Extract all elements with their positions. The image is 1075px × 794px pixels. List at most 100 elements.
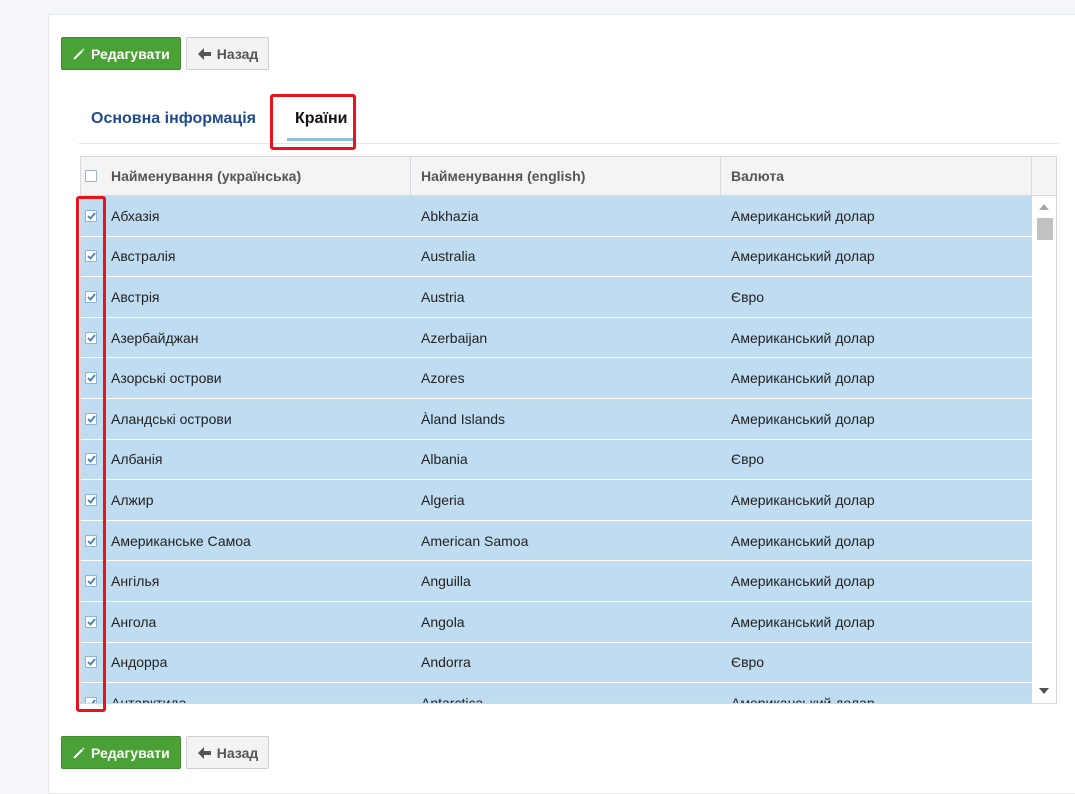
table-row[interactable]: Азербайджан Azerbaijan Американський долар	[81, 317, 1032, 359]
row-checkbox[interactable]	[85, 412, 97, 425]
table-row[interactable]: Азорські острови Azores Американський дола…	[81, 358, 1032, 399]
cell-name-ua: Австралія	[111, 248, 176, 265]
cell-name-en: Angola	[421, 613, 465, 630]
bottom-toolbar: Редагувати Назад	[61, 736, 270, 769]
cell-currency: Американський долар	[731, 532, 875, 549]
cell-currency: Євро	[731, 451, 765, 468]
table-row[interactable]: Антарктида Antarctica Американський долар	[81, 683, 1032, 704]
checkmark-icon	[86, 415, 96, 423]
cell-name-ua: Абхазія	[111, 207, 160, 224]
edit-button-bottom[interactable]: Редагувати	[61, 736, 181, 769]
row-checkbox[interactable]	[85, 493, 97, 506]
column-header-name-ua[interactable]: Найменування (українська)	[101, 157, 411, 195]
back-button-bottom[interactable]: Назад	[185, 736, 270, 769]
cell-name-ua: Азербайджан	[111, 329, 199, 346]
row-checkbox[interactable]	[85, 250, 97, 263]
content-panel: Редагувати Назад Основна інформація Краї…	[48, 14, 1075, 794]
tab-countries-label: Країни	[295, 110, 348, 127]
row-checkbox[interactable]	[85, 615, 97, 628]
row-checkbox-cell	[81, 399, 101, 439]
table-row[interactable]: Ангілья Anguilla Американський долар	[81, 561, 1032, 602]
row-checkbox[interactable]	[85, 656, 97, 669]
checkmark-icon	[86, 293, 96, 301]
cell-name-en: Albania	[421, 451, 468, 468]
row-checkbox[interactable]	[85, 534, 97, 547]
cell-name-ua: Антарктида	[111, 694, 187, 704]
row-checkbox-cell	[81, 196, 101, 236]
row-checkbox-cell	[81, 277, 101, 317]
checkmark-icon	[86, 212, 96, 220]
table-row[interactable]: Австралія Australia Американський долар	[81, 236, 1032, 278]
select-all-checkbox[interactable]	[85, 170, 97, 182]
tab-countries[interactable]: Країни	[285, 95, 357, 143]
back-button-label: Назад	[216, 744, 259, 761]
row-checkbox-cell	[81, 643, 101, 683]
cell-name-en: Andorra	[421, 654, 471, 671]
table-row[interactable]: Алжир Algeria Американський долар	[81, 480, 1032, 521]
cell-name-ua: Алжир	[111, 491, 154, 508]
row-checkbox[interactable]	[85, 696, 97, 703]
cell-name-en: Azerbaijan	[421, 329, 488, 346]
row-checkbox-cell	[81, 480, 101, 520]
row-checkbox-cell	[81, 358, 101, 398]
countries-grid: Найменування (українська) Найменування (…	[80, 156, 1057, 704]
table-row[interactable]: Австрія Austria Євро	[81, 277, 1032, 318]
table-row[interactable]: Аландські острови Àland Islands Американсь…	[81, 398, 1032, 440]
grid-header: Найменування (українська) Найменування (…	[81, 157, 1056, 196]
vertical-scrollbar[interactable]	[1032, 196, 1056, 703]
checkmark-icon	[86, 334, 96, 342]
row-checkbox[interactable]	[85, 453, 97, 466]
row-checkbox-cell	[81, 318, 101, 358]
cell-name-en: Abkhazia	[421, 207, 479, 224]
tab-main-info[interactable]: Основна інформація	[91, 95, 256, 143]
row-checkbox[interactable]	[85, 331, 97, 344]
cell-currency: Американський долар	[731, 329, 875, 346]
checkmark-icon	[86, 455, 96, 464]
table-row[interactable]: Абхазія Abkhazia Американський долар	[81, 196, 1032, 237]
cell-name-ua: Американське Самоа	[111, 532, 251, 549]
scroll-down-icon[interactable]	[1039, 688, 1049, 694]
checkmark-icon	[86, 618, 96, 626]
cell-name-en: Austria	[421, 288, 465, 305]
checkmark-icon	[87, 699, 96, 703]
cell-currency: Американський долар	[731, 573, 875, 590]
scroll-up-icon[interactable]	[1039, 204, 1049, 210]
table-row[interactable]: Албанія Albania Євро	[81, 439, 1032, 481]
cell-name-en: American Samoa	[421, 532, 529, 549]
column-header-currency[interactable]: Валюта	[721, 157, 1032, 195]
column-header-name-en[interactable]: Найменування (english)	[411, 157, 721, 195]
scroll-thumb[interactable]	[1037, 218, 1053, 240]
row-checkbox-cell	[81, 561, 101, 601]
row-checkbox[interactable]	[85, 290, 97, 303]
cell-currency: Євро	[731, 288, 765, 305]
row-checkbox-cell	[81, 237, 101, 277]
table-row[interactable]: Ангола Angola Американський долар	[81, 601, 1032, 643]
table-row[interactable]: Американське Самоа American Samoa Американ…	[81, 520, 1032, 562]
cell-name-en: Australia	[421, 248, 476, 265]
header-checkbox-cell	[81, 157, 101, 195]
cell-currency: Євро	[731, 654, 765, 671]
row-checkbox[interactable]	[85, 372, 97, 385]
top-toolbar: Редагувати Назад	[61, 37, 270, 70]
pencil-icon	[72, 47, 86, 61]
edit-button[interactable]: Редагувати	[61, 37, 181, 70]
edit-button-label: Редагувати	[91, 744, 170, 761]
back-button[interactable]: Назад	[185, 37, 270, 70]
checkmark-icon	[86, 496, 96, 504]
cell-name-ua: Андорра	[111, 654, 168, 671]
checkmark-icon	[86, 252, 96, 261]
cell-name-ua: Албанія	[111, 451, 163, 468]
row-checkbox[interactable]	[85, 575, 97, 588]
back-button-label: Назад	[216, 45, 259, 62]
grid-body: Абхазія Abkhazia Американський долар Австра…	[81, 196, 1032, 704]
cell-name-en: Àland Islands	[421, 410, 506, 427]
cell-currency: Американський долар	[731, 248, 875, 265]
checkmark-icon	[86, 658, 96, 667]
cell-currency: Американський долар	[731, 491, 875, 508]
cell-name-en: Antarctica	[421, 694, 484, 704]
cell-name-ua: Ангола	[111, 613, 157, 630]
row-checkbox[interactable]	[85, 209, 97, 222]
cell-name-en: Algeria	[421, 491, 465, 508]
table-row[interactable]: Андорра Andorra Євро	[81, 642, 1032, 684]
active-tab-indicator	[287, 138, 356, 141]
